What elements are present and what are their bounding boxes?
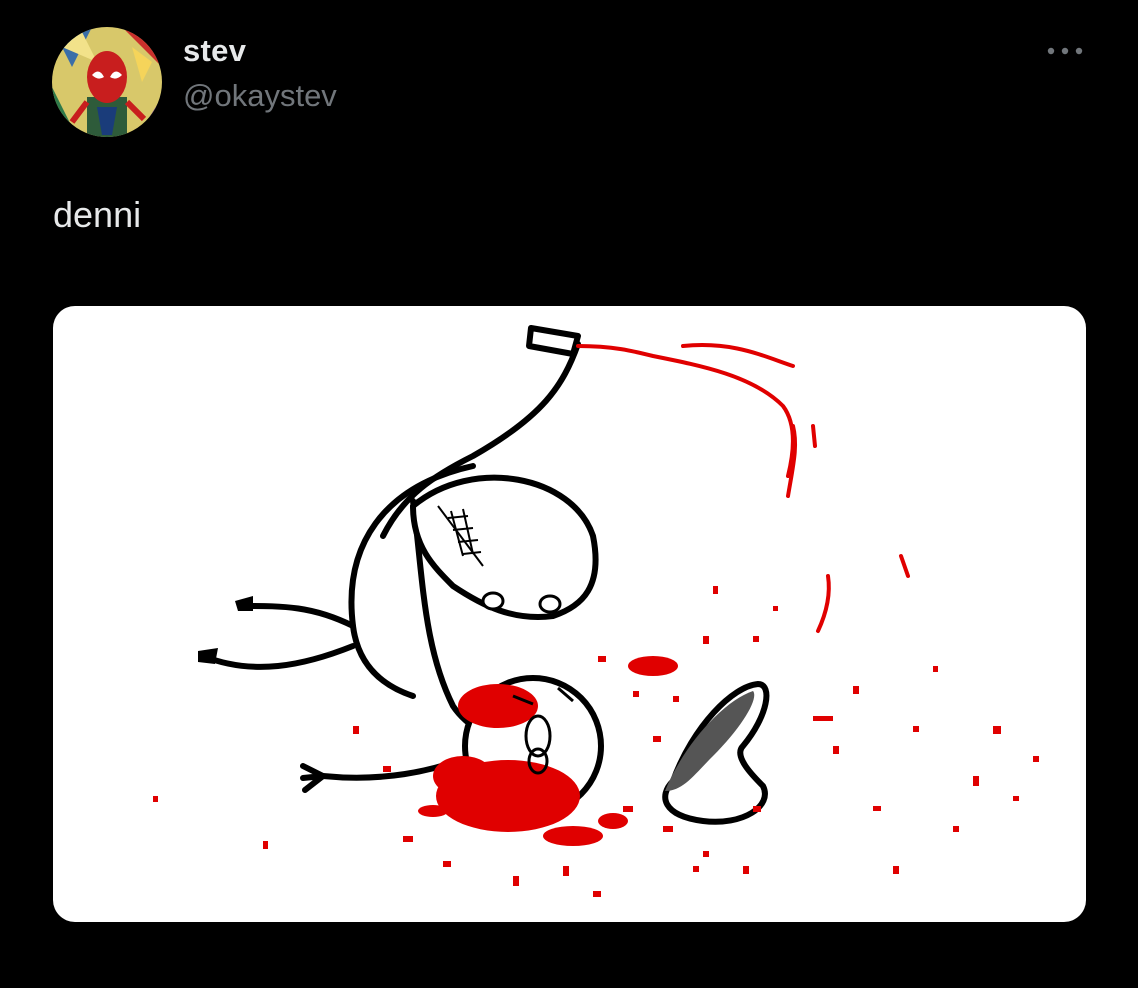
author-handle[interactable]: @okaystev <box>183 78 337 114</box>
more-options-button[interactable] <box>1040 38 1090 64</box>
author-avatar[interactable] <box>52 27 162 137</box>
spiderman-avatar-icon <box>52 27 162 137</box>
tweet-text: denni <box>53 194 142 235</box>
author-display-name[interactable]: stev <box>183 33 246 69</box>
tweet-media-image[interactable] <box>53 306 1086 922</box>
stick-figure-drawing <box>153 325 1039 897</box>
more-options-icon <box>1047 47 1083 55</box>
